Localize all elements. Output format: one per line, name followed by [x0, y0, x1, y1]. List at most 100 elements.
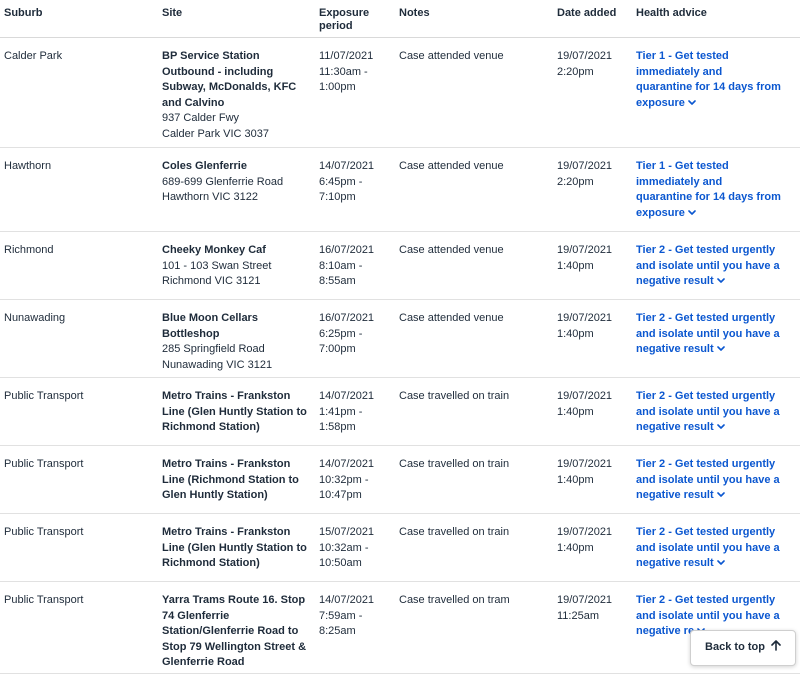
exposure-line: 6:45pm -	[319, 175, 363, 188]
chevron-down-icon[interactable]	[688, 206, 696, 222]
exposure-period-cell: 16/07/2021 8:10am - 8:55am	[319, 243, 391, 290]
notes-text: Case travelled on train	[399, 390, 510, 402]
header-health-advice: Health advice	[636, 7, 707, 19]
suburb-text: Calder Park	[4, 50, 63, 62]
suburb-cell: Richmond	[4, 243, 154, 259]
site-cell: Metro Trains - Frankston Line (Glen Huntl…	[162, 389, 312, 436]
health-advice-last-line: negative result	[636, 420, 796, 436]
notes-cell: Case attended venue	[399, 159, 549, 175]
health-advice-line: negative result	[636, 421, 714, 433]
health-advice-line: Tier 2 - Get tested urgently	[636, 594, 776, 606]
site-name-line: Subway, McDonalds, KFC	[162, 81, 297, 93]
health-advice-line: and isolate until you have a	[636, 327, 780, 340]
health-advice-line: Tier 2 - Get tested urgently	[636, 312, 776, 324]
health-advice-link[interactable]: Tier 2 - Get tested urgently and isolate …	[636, 389, 796, 436]
date-added-cell: 19/07/2021 1:40pm	[557, 457, 629, 488]
notes-text: Case attended venue	[399, 160, 504, 172]
site-cell: Coles Glenferrie 689-699 Glenferrie Road H…	[162, 159, 312, 206]
chevron-down-icon[interactable]	[716, 420, 725, 436]
health-advice-line: and isolate until you have a	[636, 473, 780, 486]
notes-text: Case attended venue	[399, 50, 504, 62]
health-advice-last-line: negative result	[636, 556, 796, 572]
site-address-line: Calder Park VIC 3037	[162, 127, 269, 140]
exposure-sites-table: Suburb Site Exposure period Notes Date a…	[0, 0, 800, 674]
exposure-line: 10:50am	[319, 557, 362, 569]
health-advice-link[interactable]: Tier 2 - Get tested urgently and isolate …	[636, 311, 796, 358]
suburb-cell: Calder Park	[4, 49, 154, 65]
site-address-line: 937 Calder Fwy	[162, 112, 240, 124]
suburb-text: Richmond	[4, 244, 54, 256]
exposure-line: 11/07/2021	[319, 50, 374, 62]
notes-cell: Case attended venue	[399, 243, 549, 259]
date-added-cell: 19/07/2021 11:25am	[557, 593, 629, 624]
site-cell: Cheeky Monkey Caf 101 - 103 Swan Street Ri…	[162, 243, 312, 290]
table-row: Public Transport Metro Trains - Frankston…	[0, 446, 800, 514]
suburb-cell: Hawthorn	[4, 159, 154, 175]
table-row: Nunawading Blue Moon Cellars Bottleshop 285…	[0, 300, 800, 378]
date-added-line: 19/07/2021	[557, 312, 613, 324]
exposure-line: 16/07/2021	[319, 244, 375, 256]
chevron-down-icon[interactable]	[688, 96, 696, 112]
site-name-line: Glen Huntly Station)	[162, 489, 268, 501]
health-advice-line: immediately and	[636, 175, 723, 188]
health-advice-link[interactable]: Tier 1 - Get tested immediately and quaran…	[636, 49, 796, 111]
site-name-line: Cheeky Monkey Caf	[162, 244, 266, 256]
chevron-down-icon[interactable]	[716, 342, 725, 358]
health-advice-line: and isolate until you have a	[636, 259, 780, 272]
exposure-line: 10:47pm	[319, 489, 362, 501]
health-advice-link[interactable]: Tier 2 - Get tested urgently and isolate …	[636, 525, 796, 572]
header-exposure-line-1: Exposure	[319, 7, 370, 19]
site-address-line: 689-699 Glenferrie Road	[162, 175, 284, 188]
suburb-cell: Public Transport	[4, 525, 154, 541]
site-name-line: Metro Trains - Frankston	[162, 526, 291, 538]
site-address-line: Richmond VIC 3121	[162, 275, 261, 287]
suburb-text: Nunawading	[4, 312, 66, 324]
exposure-line: 6:25pm -	[319, 327, 363, 340]
exposure-period-cell: 15/07/2021 10:32am - 10:50am	[319, 525, 391, 572]
date-added-line: 1:40pm	[557, 541, 594, 554]
notes-text: Case travelled on tram	[399, 594, 510, 606]
exposure-line: 1:41pm -	[319, 405, 363, 418]
table-body: Calder Park BP Service Station Outbound - …	[0, 38, 800, 674]
suburb-text: Hawthorn	[4, 160, 52, 172]
chevron-down-icon[interactable]	[716, 556, 725, 572]
date-added-line: 19/07/2021	[557, 390, 613, 402]
site-name-line: BP Service Station	[162, 50, 260, 62]
site-address-line: Nunawading VIC 3121	[162, 358, 273, 371]
health-advice-last-line: negative result	[636, 488, 796, 504]
health-advice-last-line: exposure	[636, 96, 796, 112]
date-added-line: 1:40pm	[557, 405, 594, 418]
health-advice-last-line: negative result	[636, 274, 796, 290]
health-advice-line: negative result	[636, 489, 714, 501]
date-added-line: 2:20pm	[557, 65, 594, 78]
health-advice-link[interactable]: Tier 1 - Get tested immediately and quaran…	[636, 159, 796, 221]
site-cell: Metro Trains - Frankston Line (Richmond S…	[162, 457, 312, 504]
site-cell: Metro Trains - Frankston Line (Glen Huntl…	[162, 525, 312, 572]
date-added-cell: 19/07/2021 1:40pm	[557, 243, 629, 274]
exposure-line: 14/07/2021	[319, 160, 375, 172]
table-header: Suburb Site Exposure period Notes Date a…	[0, 0, 800, 38]
site-name-line: Yarra Trams Route 16. Stop	[162, 594, 306, 606]
suburb-text: Public Transport	[4, 458, 84, 470]
site-cell: Yarra Trams Route 16. Stop 74 Glenferrie S…	[162, 593, 312, 671]
exposure-line: 7:10pm	[319, 191, 356, 203]
health-advice-line: negative result	[636, 275, 714, 287]
health-advice-link[interactable]: Tier 2 - Get tested urgently and isolate …	[636, 243, 796, 290]
exposure-line: 8:25am	[319, 625, 356, 637]
chevron-down-icon[interactable]	[716, 488, 725, 504]
exposure-line: 16/07/2021	[319, 312, 375, 324]
chevron-down-icon[interactable]	[716, 274, 725, 290]
table-row: Public Transport Metro Trains - Frankston…	[0, 378, 800, 446]
health-advice-line: Tier 2 - Get tested urgently	[636, 458, 776, 470]
exposure-line: 10:32am -	[319, 541, 369, 554]
site-name-line: Line (Glen Huntly Station to	[162, 405, 307, 418]
notes-cell: Case travelled on train	[399, 389, 549, 405]
health-advice-line: and isolate until you have a	[636, 541, 780, 554]
site-name-line: Line (Glen Huntly Station to	[162, 541, 307, 554]
date-added-line: 19/07/2021	[557, 244, 613, 256]
health-advice-link[interactable]: Tier 2 - Get tested urgently and isolate …	[636, 457, 796, 504]
site-name-line: Line (Richmond Station to	[162, 473, 299, 486]
exposure-period-cell: 16/07/2021 6:25pm - 7:00pm	[319, 311, 391, 358]
header-site: Site	[162, 7, 183, 19]
back-to-top-button[interactable]: Back to top	[690, 630, 796, 666]
